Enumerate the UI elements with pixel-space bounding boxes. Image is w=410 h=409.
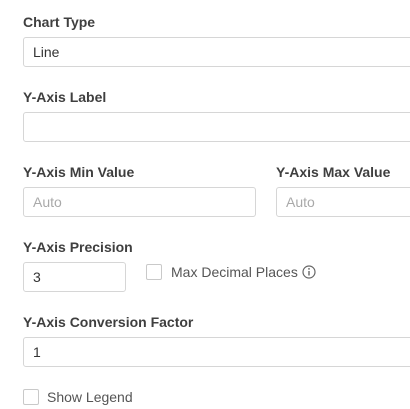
y-axis-max-label: Y-Axis Max Value [276, 164, 391, 180]
y-axis-precision-label: Y-Axis Precision [23, 239, 133, 255]
y-axis-conversion-factor-label: Y-Axis Conversion Factor [23, 314, 194, 330]
y-axis-label-label: Y-Axis Label [23, 89, 107, 105]
chart-settings-panel: Chart Type Line Y-Axis Label Y-Axis Min … [0, 0, 410, 409]
y-axis-label-input[interactable] [23, 112, 410, 142]
chart-type-label: Chart Type [23, 14, 96, 30]
y-axis-min-input[interactable] [23, 187, 256, 217]
y-axis-max-input[interactable] [276, 187, 410, 217]
y-axis-precision-input[interactable] [23, 262, 126, 292]
y-axis-conversion-factor-input[interactable] [23, 337, 410, 367]
max-decimal-places-checkbox[interactable] [146, 264, 162, 280]
show-legend-checkbox[interactable] [23, 389, 39, 405]
show-legend-label: Show Legend [47, 389, 133, 405]
y-axis-min-label: Y-Axis Min Value [23, 164, 135, 180]
chart-type-select[interactable]: Line [23, 37, 410, 67]
info-icon[interactable] [302, 265, 316, 279]
max-decimal-places-label: Max Decimal Places [171, 264, 298, 280]
